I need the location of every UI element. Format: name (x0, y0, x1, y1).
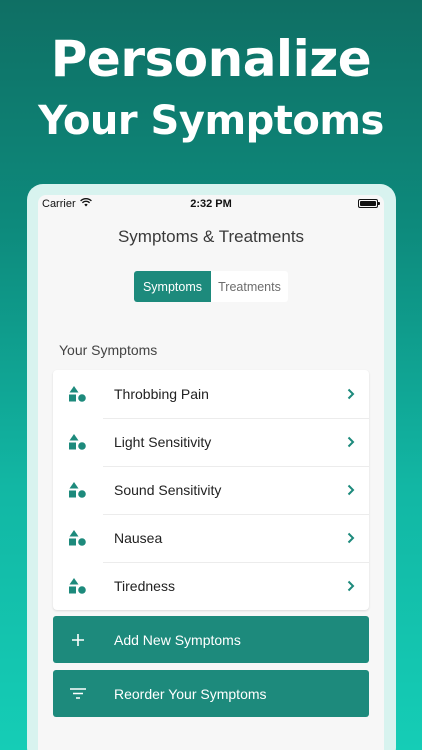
list-item-sound-sensitivity[interactable]: Sound Sensitivity (53, 466, 369, 514)
plus-icon (53, 633, 103, 646)
list-item-label: Light Sensitivity (114, 434, 212, 450)
chevron-right-icon (333, 484, 369, 496)
chevron-right-icon (333, 580, 369, 592)
battery-icon (358, 199, 380, 208)
add-new-symptoms-label: Add New Symptoms (114, 631, 241, 648)
promo-headline-line1: Personalize (50, 30, 372, 88)
reorder-symptoms-button[interactable]: Reorder Your Symptoms (53, 670, 369, 717)
app-screen: Carrier 2:32 PM Symptoms & Treatments Sy… (38, 195, 384, 750)
list-item-label: Tiredness (114, 578, 175, 594)
chevron-right-icon (333, 388, 369, 400)
list-item-label: Nausea (114, 530, 163, 546)
list-item-light-sensitivity[interactable]: Light Sensitivity (53, 418, 369, 466)
list-item-label: Throbbing Pain (114, 386, 209, 402)
shapes-icon (53, 530, 103, 546)
list-item-throbbing-pain[interactable]: Throbbing Pain (53, 370, 369, 418)
shapes-icon (53, 386, 103, 402)
tab-treatments[interactable]: Treatments (211, 271, 288, 302)
sort-icon (53, 688, 103, 699)
list-item-label: Sound Sensitivity (114, 482, 222, 498)
chevron-right-icon (333, 532, 369, 544)
shapes-icon (53, 434, 103, 450)
status-bar: Carrier 2:32 PM (38, 195, 384, 213)
add-new-symptoms-button[interactable]: Add New Symptoms (53, 616, 369, 663)
segmented-control: Symptoms Treatments (134, 271, 288, 302)
shapes-icon (53, 482, 103, 498)
status-time: 2:32 PM (190, 198, 232, 210)
shapes-icon (53, 578, 103, 594)
promo-headline-line2: Your Symptoms (38, 98, 384, 144)
section-label-your-symptoms: Your Symptoms (59, 342, 158, 358)
list-item-tiredness[interactable]: Tiredness (53, 562, 369, 610)
reorder-symptoms-label: Reorder Your Symptoms (114, 685, 267, 702)
list-item-nausea[interactable]: Nausea (53, 514, 369, 562)
chevron-right-icon (333, 436, 369, 448)
tab-symptoms[interactable]: Symptoms (134, 271, 211, 302)
symptoms-list: Throbbing Pain Light Sensitivity Sound S… (53, 370, 369, 610)
page-title: Symptoms & Treatments (117, 227, 305, 246)
